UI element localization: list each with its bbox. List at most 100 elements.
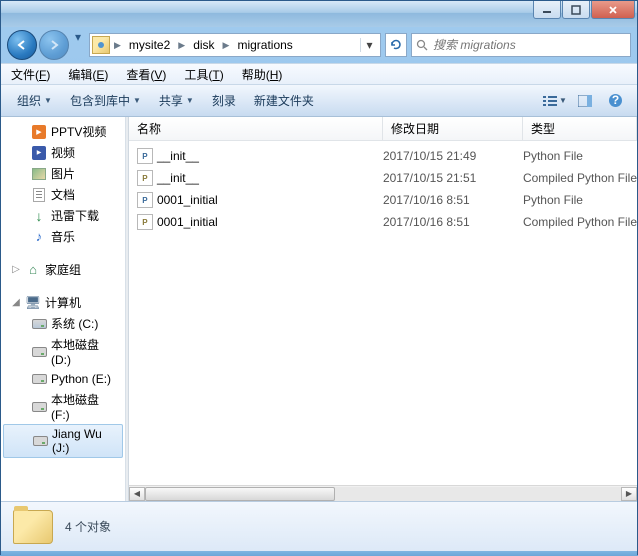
menu-item-f[interactable]: 文件(F): [5, 64, 56, 85]
tree-toggle-icon[interactable]: ▷: [11, 264, 21, 275]
breadcrumb[interactable]: migrations: [233, 36, 296, 54]
column-header-name[interactable]: 名称: [129, 117, 383, 140]
folder-icon: [13, 510, 53, 544]
sidebar-item[interactable]: ♪音乐: [1, 226, 125, 247]
sidebar-item[interactable]: Python (E:): [1, 369, 125, 389]
share-button[interactable]: 共享▼: [151, 88, 202, 113]
file-row[interactable]: 0001_initial2017/10/16 8:51Compiled Pyth…: [129, 211, 637, 233]
breadcrumb[interactable]: mysite2: [125, 36, 174, 54]
chevron-down-icon: ▼: [186, 96, 194, 105]
help-button[interactable]: ?: [601, 90, 629, 112]
file-row[interactable]: __init__ 2017/10/15 21:51Compiled Python …: [129, 167, 637, 189]
scroll-left-button[interactable]: ◀: [129, 487, 145, 501]
chevron-right-icon[interactable]: ▶: [112, 40, 123, 51]
forward-button[interactable]: [39, 30, 69, 60]
sidebar-item-label: 系统 (C:): [51, 315, 98, 332]
scroll-right-button[interactable]: ▶: [621, 487, 637, 501]
folder-icon: [92, 36, 110, 54]
back-button[interactable]: [7, 30, 37, 60]
file-pane: 名称 修改日期 类型 __init__2017/10/15 21:49Pytho…: [129, 117, 637, 501]
sidebar-item[interactable]: 视频: [1, 142, 125, 163]
sidebar-item[interactable]: 文档: [1, 184, 125, 205]
chevron-down-icon: ▼: [44, 96, 52, 105]
search-input[interactable]: [433, 38, 626, 52]
file-pyc-icon: [137, 170, 153, 186]
sidebar-item[interactable]: 系统 (C:): [1, 313, 125, 334]
scroll-track[interactable]: [145, 487, 621, 501]
scroll-thumb[interactable]: [145, 487, 335, 501]
file-name: 0001_initial: [157, 193, 218, 207]
view-mode-button[interactable]: ▼: [541, 90, 569, 112]
column-headers: 名称 修改日期 类型: [129, 117, 637, 141]
include-library-button[interactable]: 包含到库中▼: [62, 88, 149, 113]
column-header-type[interactable]: 类型: [523, 117, 637, 140]
arrow-left-icon: [15, 38, 29, 52]
search-icon: [416, 39, 429, 52]
maximize-icon: [571, 5, 581, 15]
file-date: 2017/10/15 21:51: [383, 171, 523, 185]
tree-toggle-icon[interactable]: ◢: [11, 297, 21, 308]
sidebar-item[interactable]: 本地磁盘 (D:): [1, 334, 125, 369]
column-header-date[interactable]: 修改日期: [383, 117, 523, 140]
refresh-button[interactable]: [385, 33, 407, 57]
file-py-icon: [137, 148, 153, 164]
menu-item-h[interactable]: 帮助(H): [236, 64, 289, 85]
file-pyc-icon: [137, 214, 153, 230]
organize-button[interactable]: 组织▼: [9, 88, 60, 113]
minimize-button[interactable]: [533, 1, 561, 19]
nav-bar: ▾ ▶ mysite2 ▶ disk ▶ migrations ▾: [1, 27, 637, 63]
sidebar-separator: [1, 280, 125, 292]
sidebar-item-label: Python (E:): [51, 372, 111, 386]
file-row[interactable]: __init__2017/10/15 21:49Python File: [129, 145, 637, 167]
file-name: __init__: [157, 171, 199, 185]
sidebar-item-label: 音乐: [51, 228, 75, 245]
sidebar-item[interactable]: Jiang Wu (J:): [3, 424, 123, 458]
preview-pane-button[interactable]: [571, 90, 599, 112]
burn-button[interactable]: 刻录: [204, 88, 244, 113]
breadcrumb[interactable]: disk: [189, 36, 218, 54]
file-py-icon: [137, 192, 153, 208]
file-list[interactable]: __init__2017/10/15 21:49Python File__ini…: [129, 141, 637, 485]
chevron-right-icon[interactable]: ▶: [176, 40, 187, 51]
sidebar-item[interactable]: ◢🖥计算机: [1, 292, 125, 313]
sidebar-item[interactable]: ▷⌂家庭组: [1, 259, 125, 280]
chevron-down-icon: ▼: [559, 96, 567, 105]
arrow-right-icon: [47, 38, 61, 52]
sidebar-item-label: 家庭组: [45, 261, 81, 278]
window-border: [1, 551, 637, 556]
menu-item-e[interactable]: 编辑(E): [62, 64, 114, 85]
sidebar-separator: [1, 458, 125, 470]
sidebar-item[interactable]: ↓迅雷下载: [1, 205, 125, 226]
address-bar[interactable]: ▶ mysite2 ▶ disk ▶ migrations ▾: [89, 33, 381, 57]
sidebar-item-label: 本地磁盘 (D:): [51, 336, 121, 367]
menu-bar: 文件(F) 编辑(E) 查看(V) 工具(T) 帮助(H): [1, 63, 637, 85]
sidebar-item-label: 本地磁盘 (F:): [51, 391, 121, 422]
file-row[interactable]: 0001_initial2017/10/16 8:51Python File: [129, 189, 637, 211]
sidebar-item[interactable]: 图片: [1, 163, 125, 184]
sidebar-item-label: 图片: [51, 165, 75, 182]
title-bar: [1, 1, 637, 27]
content-area: PPTV视频视频图片文档↓迅雷下载♪音乐 ▷⌂家庭组 ◢🖥计算机系统 (C:) 本地磁…: [1, 117, 637, 501]
sidebar-item[interactable]: 本地磁盘 (F:): [1, 389, 125, 424]
help-icon: ?: [608, 93, 623, 108]
sidebar-separator: [1, 247, 125, 259]
nav-sidebar: PPTV视频视频图片文档↓迅雷下载♪音乐 ▷⌂家庭组 ◢🖥计算机系统 (C:) 本地磁…: [1, 117, 126, 501]
chevron-down-icon: ▼: [133, 96, 141, 105]
new-folder-button[interactable]: 新建文件夹: [246, 88, 322, 113]
search-box[interactable]: [411, 33, 631, 57]
menu-item-v[interactable]: 查看(V): [120, 64, 172, 85]
toolbar: 组织▼ 包含到库中▼ 共享▼ 刻录 新建文件夹 ▼ ?: [1, 85, 637, 117]
close-button[interactable]: [591, 1, 635, 19]
nav-history-dropdown[interactable]: ▾: [71, 30, 85, 44]
sidebar-item-label: Jiang Wu (J:): [52, 427, 118, 455]
menu-item-t[interactable]: 工具(T): [178, 64, 229, 85]
minimize-icon: [542, 5, 552, 15]
file-name: __init__: [157, 149, 199, 163]
horizontal-scrollbar[interactable]: ◀ ▶: [129, 485, 637, 501]
file-name: 0001_initial: [157, 215, 218, 229]
file-type: Compiled Python File: [523, 171, 637, 185]
sidebar-item[interactable]: PPTV视频: [1, 121, 125, 142]
address-dropdown[interactable]: ▾: [360, 38, 378, 52]
maximize-button[interactable]: [562, 1, 590, 19]
chevron-right-icon[interactable]: ▶: [221, 40, 232, 51]
